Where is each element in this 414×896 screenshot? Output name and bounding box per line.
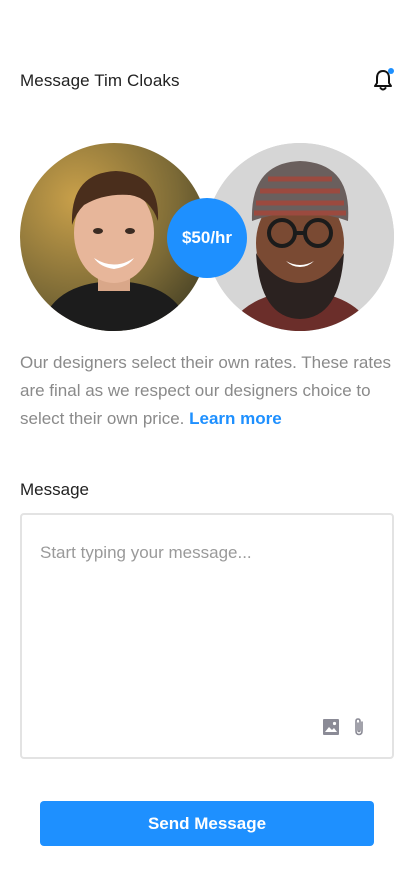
send-message-button[interactable]: Send Message <box>40 801 374 846</box>
message-box <box>20 513 394 759</box>
page-title: Message Tim Cloaks <box>20 71 180 90</box>
header: Message Tim Cloaks <box>20 68 394 92</box>
notification-dot <box>388 68 394 74</box>
insert-image-button[interactable] <box>322 717 340 737</box>
attach-file-button[interactable] <box>352 717 370 737</box>
learn-more-link[interactable]: Learn more <box>189 409 282 428</box>
rates-info: Our designers select their own rates. Th… <box>20 349 394 433</box>
message-attachments <box>322 717 370 737</box>
image-icon <box>323 719 339 735</box>
paperclip-icon <box>355 718 363 736</box>
rate-badge: $50/hr <box>167 198 247 278</box>
notification-button[interactable] <box>372 68 394 92</box>
message-label: Message <box>20 480 89 499</box>
avatars-group: $50/hr <box>20 143 394 331</box>
